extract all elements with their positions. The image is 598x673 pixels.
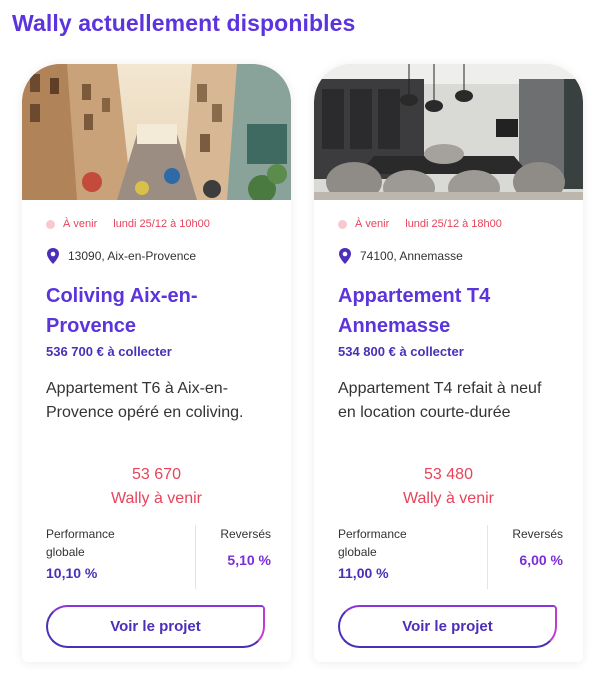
project-card-aix[interactable]: À venir lundi 25/12 à 10h00 13090, Aix-e… bbox=[22, 64, 291, 662]
status-label: À venir bbox=[355, 218, 390, 230]
status-dot-icon bbox=[46, 219, 55, 229]
collect-amount: 536 700 € à collecter bbox=[46, 344, 172, 359]
location-pin-icon bbox=[47, 248, 59, 264]
dining-room-photo bbox=[314, 64, 583, 200]
status-date: lundi 25/12 à 18h00 bbox=[405, 218, 502, 230]
status-row: À venir lundi 25/12 à 10h00 bbox=[46, 218, 210, 230]
location-text: 74100, Annemasse bbox=[360, 249, 463, 263]
performance-stat: Performance globale 10,10 % bbox=[46, 525, 196, 589]
reverses-stat: Reversés 5,10 % bbox=[196, 525, 271, 589]
performance-label: Performance globale bbox=[338, 527, 407, 559]
reverses-value: 6,00 % bbox=[519, 552, 563, 568]
street-photo bbox=[22, 64, 291, 200]
performance-value: 11,00 % bbox=[338, 565, 389, 581]
project-title[interactable]: Coliving Aix-en-Provence bbox=[46, 281, 276, 341]
performance-label: Performance globale bbox=[46, 527, 115, 559]
project-description: Appartement T4 refait à neuf en location… bbox=[338, 380, 542, 421]
view-project-button[interactable]: Voir le projet bbox=[338, 605, 557, 648]
project-title[interactable]: Appartement T4 Annemasse bbox=[338, 281, 568, 341]
status-dot-icon bbox=[338, 219, 347, 229]
location-text: 13090, Aix-en-Provence bbox=[68, 249, 197, 263]
view-project-button[interactable]: Voir le projet bbox=[46, 605, 265, 648]
collect-amount: 534 800 € à collecter bbox=[338, 344, 464, 359]
location-row: 13090, Aix-en-Provence bbox=[46, 248, 196, 264]
status-label: À venir bbox=[63, 218, 98, 230]
project-description: Appartement T6 à Aix-en-Provence opéré e… bbox=[46, 380, 244, 421]
wally-label: Wally à venir bbox=[403, 490, 494, 507]
stats-block: Performance globale 10,10 % Reversés 5,1… bbox=[46, 525, 271, 589]
project-card-annemasse[interactable]: À venir lundi 25/12 à 18h00 74100, Annem… bbox=[314, 64, 583, 662]
wally-label: Wally à venir bbox=[111, 490, 202, 507]
reverses-stat: Reversés 6,00 % bbox=[488, 525, 563, 589]
performance-value: 10,10 % bbox=[46, 565, 98, 581]
status-date: lundi 25/12 à 10h00 bbox=[113, 218, 210, 230]
project-image-street[interactable] bbox=[22, 64, 291, 200]
stats-block: Performance globale 11,00 % Reversés 6,0… bbox=[338, 525, 563, 589]
performance-stat: Performance globale 11,00 % bbox=[338, 525, 488, 589]
location-pin-icon bbox=[339, 248, 351, 264]
wally-count: 53 670 bbox=[132, 466, 181, 483]
section-title: Wally actuellement disponibles bbox=[12, 10, 356, 36]
wally-count: 53 480 bbox=[424, 466, 473, 483]
location-row: 74100, Annemasse bbox=[338, 248, 463, 264]
reverses-value: 5,10 % bbox=[227, 552, 271, 568]
status-row: À venir lundi 25/12 à 18h00 bbox=[338, 218, 502, 230]
reverses-label: Reversés bbox=[512, 527, 563, 541]
project-image-dining[interactable] bbox=[314, 64, 583, 200]
reverses-label: Reversés bbox=[220, 527, 271, 541]
